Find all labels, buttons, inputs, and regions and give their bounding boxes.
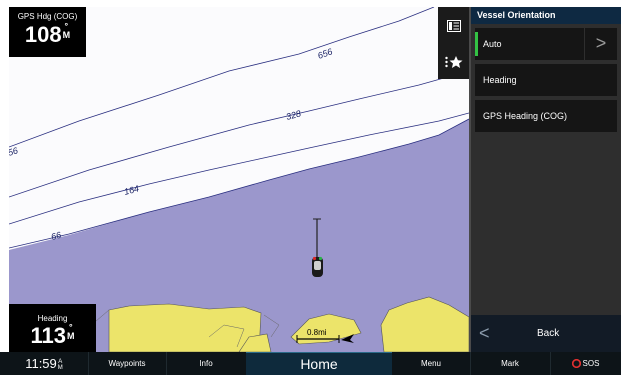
option-auto[interactable]: Auto > — [475, 28, 617, 60]
chevron-right-icon[interactable]: > — [584, 28, 617, 60]
heading-gauge-value: 113 — [30, 323, 67, 348]
menu-button[interactable]: Menu — [392, 352, 471, 375]
sos-button[interactable]: SOS — [550, 352, 621, 375]
panel-title: Vessel Orientation — [471, 7, 621, 24]
favorites-button[interactable] — [438, 45, 469, 79]
chart-layers-icon — [446, 20, 461, 32]
sos-label: SOS — [582, 359, 600, 368]
lifebuoy-icon — [571, 359, 581, 369]
magnetic-ref: M — [67, 331, 75, 341]
option-auto-label: Auto — [483, 39, 502, 49]
back-label: Back — [537, 328, 560, 339]
scale-label: 0.8mi — [307, 328, 327, 337]
heading-gauge-unit: ° M — [67, 323, 75, 341]
info-button[interactable]: Info — [166, 352, 247, 375]
bottom-nav-bar: 11:59 A M Waypoints Info Home Menu Mark SO… — [0, 352, 621, 375]
waypoints-button[interactable]: Waypoints — [88, 352, 167, 375]
cog-gauge-unit: ° M — [63, 22, 71, 40]
clock-time: 11:59 — [25, 356, 57, 371]
mark-button[interactable]: Mark — [470, 352, 551, 375]
heading-gauge-label: Heading — [37, 314, 68, 323]
chart-canvas: 656 328 164 66 56 0.8mi — [9, 7, 469, 352]
cog-gauge-value: 108 — [24, 22, 62, 47]
heading-gauge[interactable]: Heading 113 ° M — [9, 304, 96, 352]
back-button[interactable]: < Back — [471, 315, 621, 352]
clock-m: M — [57, 365, 63, 371]
home-button[interactable]: Home — [246, 352, 392, 375]
heading-gauge-value-wrap: 113 ° M — [9, 323, 96, 349]
cog-gauge[interactable]: GPS Hdg (COG) 108 ° M — [9, 7, 86, 57]
contour-label-656: 656 — [316, 46, 334, 61]
option-heading-label: Heading — [483, 75, 517, 85]
cog-gauge-label: GPS Hdg (COG) — [17, 12, 78, 21]
contour-label-328: 328 — [285, 108, 302, 122]
clock: 11:59 A M — [0, 352, 89, 375]
chart-tool-strip — [438, 7, 469, 79]
clock-ampm: AM — [58, 359, 63, 371]
navigation-chart[interactable]: 656 328 164 66 56 0.8mi — [9, 7, 469, 352]
option-gps-heading-cog[interactable]: GPS Heading (COG) — [475, 100, 617, 132]
magnetic-ref: M — [62, 30, 71, 40]
contour-label-164: 164 — [123, 183, 140, 197]
favorites-star-icon — [444, 56, 462, 68]
cog-gauge-value-wrap: 108 ° M — [9, 22, 86, 48]
chevron-left-icon: < — [479, 323, 490, 343]
contour-label-56: 56 — [9, 145, 19, 158]
vessel-orientation-panel: Vessel Orientation Auto > Heading GPS He… — [469, 7, 621, 352]
option-gps-heading-label: GPS Heading (COG) — [483, 111, 568, 121]
option-heading[interactable]: Heading — [475, 64, 617, 96]
chart-layers-button[interactable] — [438, 9, 469, 43]
